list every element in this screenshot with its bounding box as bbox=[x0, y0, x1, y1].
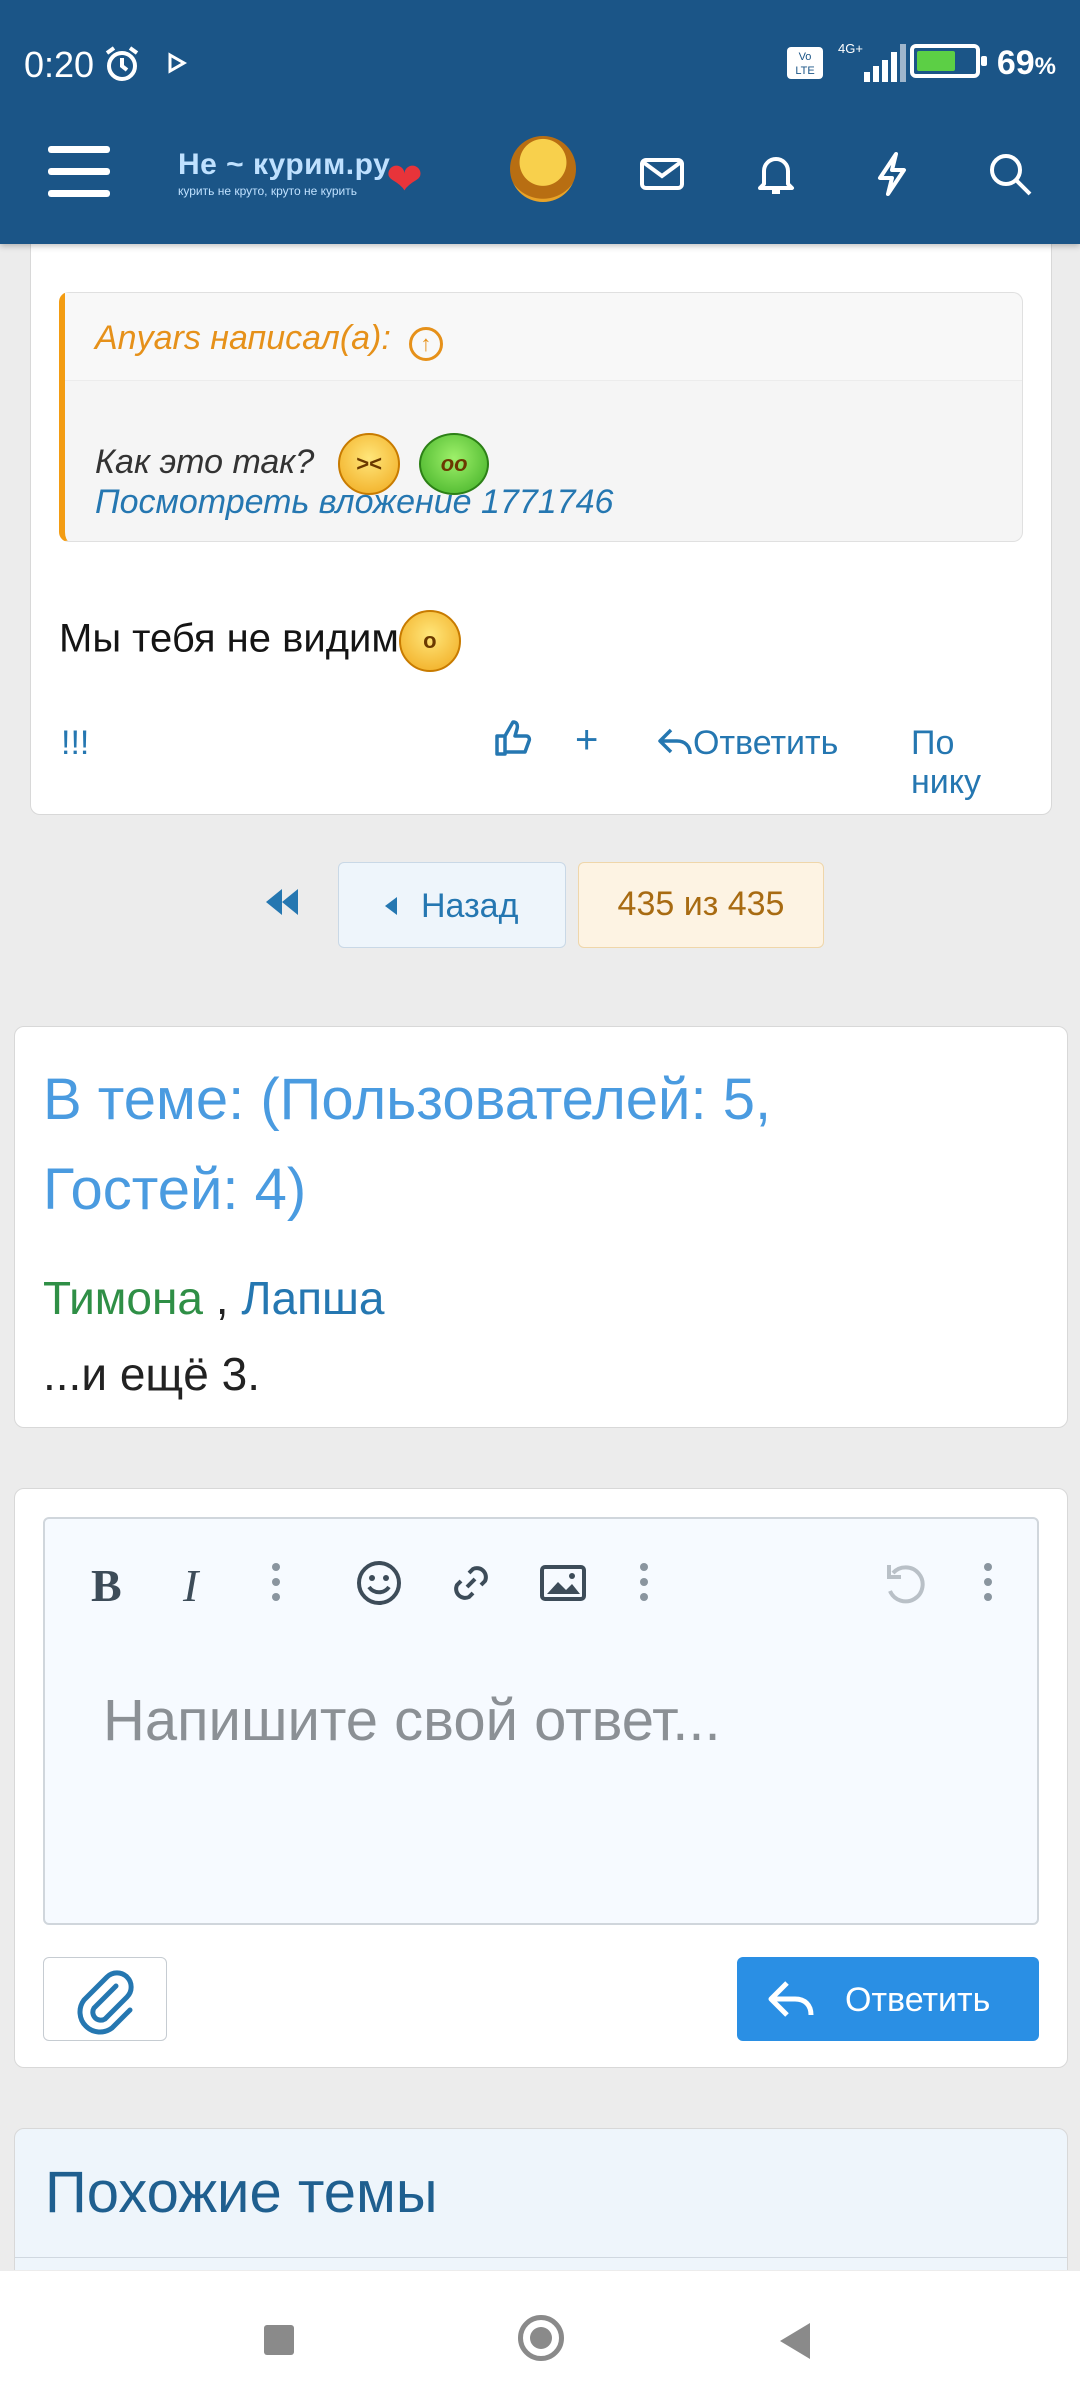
emoji-icon[interactable] bbox=[355, 1559, 403, 1609]
battery-percent: 69% bbox=[996, 44, 1056, 82]
submit-reply-button[interactable]: Ответить bbox=[737, 1957, 1039, 2041]
bell-icon[interactable] bbox=[752, 150, 800, 198]
svg-text:LTE: LTE bbox=[795, 65, 814, 77]
app-header: 0:20 Vo LTE 4G+ 69% Не ~ курим.ру курить … bbox=[0, 0, 1080, 244]
arrow-up-icon[interactable]: ↑ bbox=[408, 327, 443, 361]
menu-icon[interactable] bbox=[48, 146, 110, 198]
attachment-link[interactable]: Посмотреть вложение 1771746 bbox=[95, 483, 613, 522]
first-page-icon[interactable] bbox=[262, 884, 302, 927]
more-vertical-icon[interactable] bbox=[983, 1559, 993, 1609]
undo-icon[interactable] bbox=[881, 1559, 929, 1609]
back-nav-button[interactable] bbox=[780, 2323, 810, 2359]
status-bar: 0:20 Vo LTE 4G+ 69% bbox=[0, 0, 1080, 130]
user-link[interactable]: Тимона bbox=[43, 1272, 203, 1324]
back-button[interactable]: Назад bbox=[338, 862, 566, 948]
post-body: Мы тебя не видим o bbox=[59, 610, 461, 672]
alarm-icon bbox=[102, 44, 142, 89]
home-button[interactable] bbox=[518, 2315, 564, 2361]
link-icon[interactable] bbox=[447, 1559, 495, 1609]
svg-text:Vo: Vo bbox=[799, 51, 812, 63]
user-link[interactable]: Лапша bbox=[241, 1272, 384, 1324]
quote-header[interactable]: Anyars написал(а): ↑ bbox=[65, 293, 1022, 381]
volte-icon: Vo LTE bbox=[786, 46, 824, 85]
system-nav-bar bbox=[0, 2270, 1080, 2400]
report-link[interactable]: !!! bbox=[61, 724, 89, 763]
quote-block: Anyars написал(а): ↑ Как это так? >< oo П… bbox=[59, 292, 1023, 542]
play-store-icon bbox=[166, 52, 188, 79]
editor-toolbar: B I bbox=[45, 1519, 1037, 1649]
page-indicator[interactable]: 435 из 435 bbox=[578, 862, 824, 948]
paperclip-icon bbox=[77, 1970, 134, 2035]
user-avatar[interactable] bbox=[510, 136, 576, 202]
battery-icon bbox=[910, 44, 987, 78]
editor-box: B I Напишите свой ответ... bbox=[43, 1517, 1039, 1925]
more-users: ...и ещё 3. bbox=[43, 1348, 260, 1400]
reply-editor-card: B I Напишите свой ответ... Ответить bbox=[14, 1488, 1068, 2068]
post-card: Anyars написал(а): ↑ Как это так? >< oo П… bbox=[30, 210, 1052, 815]
bold-icon[interactable]: B bbox=[91, 1559, 122, 1611]
search-icon[interactable] bbox=[986, 150, 1034, 198]
online-user-list: Тимона , Лапша bbox=[43, 1272, 385, 1324]
post-actions: !!! + Ответить По нику bbox=[59, 718, 1025, 801]
similar-title: Похожие темы bbox=[45, 2160, 438, 2225]
status-time: 0:20 bbox=[24, 44, 95, 85]
image-icon[interactable] bbox=[539, 1559, 587, 1609]
reply-link[interactable]: Ответить bbox=[657, 724, 838, 763]
heart-icon: ❤ bbox=[386, 155, 423, 204]
by-nick-link[interactable]: По нику bbox=[911, 724, 1025, 802]
online-users-card: В теме: (Пользователей: 5, Гостей: 4) Ти… bbox=[14, 1026, 1068, 1428]
like-icon[interactable] bbox=[493, 718, 533, 767]
reply-icon bbox=[768, 1981, 814, 2017]
signal-icon: 4G+ bbox=[836, 40, 908, 89]
waving-smiley-icon: o bbox=[398, 610, 461, 672]
online-title: В теме: (Пользователей: 5, Гостей: 4) bbox=[43, 1067, 772, 1222]
reply-input[interactable]: Напишите свой ответ... bbox=[103, 1687, 721, 1754]
site-logo[interactable]: Не ~ курим.ру курить не круто, круто не … bbox=[178, 148, 423, 204]
italic-icon[interactable]: I bbox=[183, 1559, 198, 1611]
recents-button[interactable] bbox=[264, 2325, 294, 2355]
more-vertical-icon[interactable] bbox=[639, 1559, 649, 1609]
divider bbox=[15, 2257, 1067, 2258]
mail-icon[interactable] bbox=[638, 150, 686, 198]
more-vertical-icon[interactable] bbox=[271, 1559, 281, 1609]
svg-text:4G+: 4G+ bbox=[838, 41, 863, 56]
attach-button[interactable] bbox=[43, 1957, 167, 2041]
plus-button[interactable]: + bbox=[575, 718, 598, 763]
lightning-icon[interactable] bbox=[868, 150, 916, 198]
